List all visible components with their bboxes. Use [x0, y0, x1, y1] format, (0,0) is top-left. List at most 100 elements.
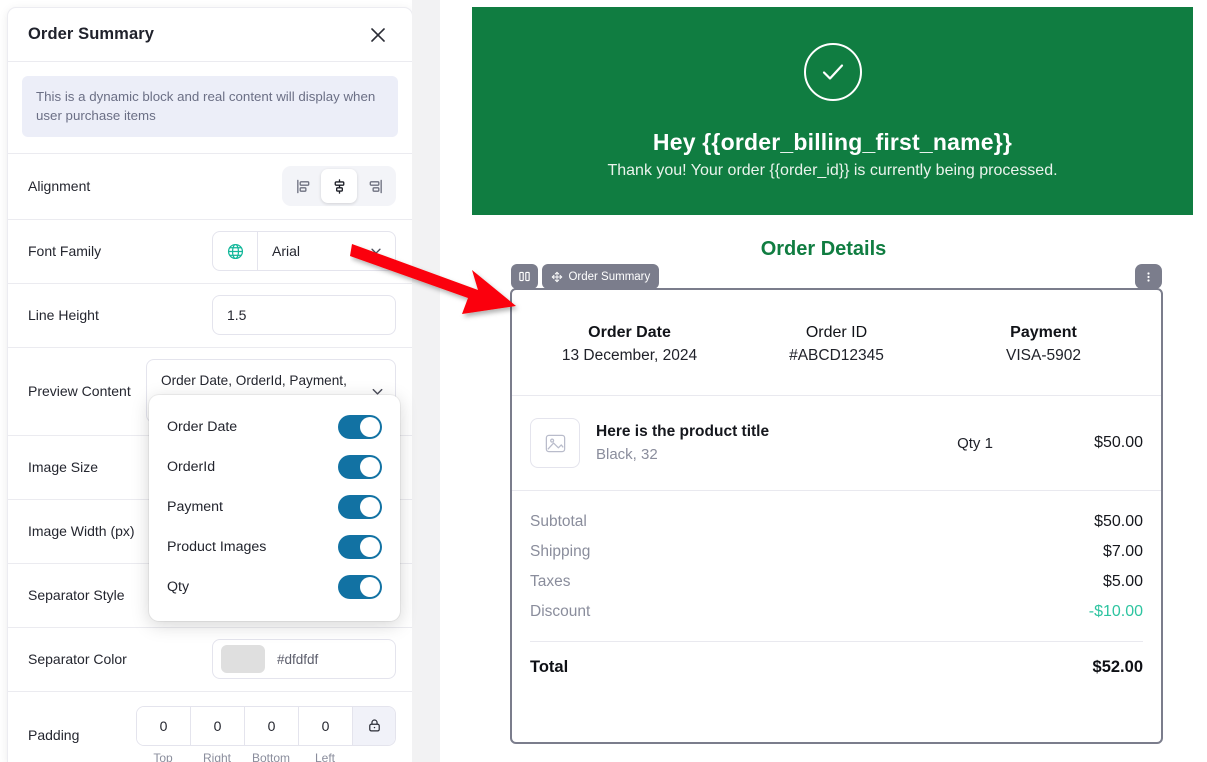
lock-icon[interactable]: [353, 706, 395, 745]
grand-total-label: Total: [530, 658, 569, 676]
order-date-label: Order Date: [588, 324, 671, 341]
totals-value: $7.00: [1102, 543, 1143, 560]
page-title: Order Summary: [28, 25, 155, 43]
line-item-info: Here is the product title Black, 32: [596, 423, 899, 463]
line-item-variant: Black, 32: [596, 446, 658, 463]
align-left-icon[interactable]: [285, 169, 321, 203]
font-family-control[interactable]: Arial: [212, 231, 396, 272]
order-id-label: Order ID: [805, 324, 868, 341]
dropdown-item-label: Qty: [167, 579, 190, 595]
padding-bottom-input[interactable]: 0: [245, 706, 299, 745]
toggle-orderid[interactable]: [338, 455, 382, 479]
image-width-label: Image Width (px): [28, 523, 135, 540]
order-id-value: #ABCD12345: [789, 347, 884, 364]
notice-text: This is a dynamic block and real content…: [22, 76, 398, 137]
separator-color-control[interactable]: #dfdfdf: [212, 639, 396, 680]
padding-label-top: Top: [153, 750, 173, 762]
dropdown-item-label: Payment: [167, 499, 223, 515]
order-summary-block[interactable]: Order Date 13 December, 2024 Order ID #A…: [510, 288, 1163, 744]
padding-top-input[interactable]: 0: [137, 706, 191, 745]
dropdown-item-label: Product Images: [167, 539, 267, 555]
toggle-product-images[interactable]: [338, 535, 382, 559]
payment-value: VISA-5902: [1006, 347, 1081, 364]
totals-row-taxes: Taxes $5.00: [530, 567, 1143, 597]
globe-icon[interactable]: [213, 232, 258, 271]
padding-right-input[interactable]: 0: [191, 706, 245, 745]
columns-icon[interactable]: [511, 264, 538, 289]
grand-total-row: Total $52.00: [512, 642, 1161, 693]
dropdown-item-orderid[interactable]: OrderId: [149, 447, 400, 487]
toggle-qty[interactable]: [338, 575, 382, 599]
chevron-down-icon[interactable]: [369, 244, 395, 258]
font-family-label: Font Family: [28, 243, 102, 260]
line-item-title: Here is the product title: [596, 423, 770, 440]
totals-label: Taxes: [530, 573, 571, 590]
grand-total-value: $52.00: [1092, 658, 1143, 676]
padding-left-input[interactable]: 0: [299, 706, 353, 745]
padding-label-bottom: Bottom: [251, 750, 290, 762]
setting-row-font-family: Font Family Arial: [8, 220, 412, 284]
order-id-column: Order ID #ABCD12345: [733, 324, 940, 365]
setting-row-line-height: Line Height 1.5: [8, 284, 412, 348]
block-name-label: Order Summary: [568, 270, 651, 283]
dropdown-item-product-images[interactable]: Product Images: [149, 527, 400, 567]
dropdown-item-order-date[interactable]: Order Date: [149, 407, 400, 447]
dropdown-item-label: OrderId: [167, 459, 216, 475]
hero-subtext: Thank you! Your order {{order_id}} is cu…: [607, 161, 1058, 179]
toggle-payment[interactable]: [338, 495, 382, 519]
line-height-input[interactable]: 1.5: [212, 295, 396, 336]
padding-label: Padding: [28, 727, 80, 744]
totals-row-discount: Discount -$10.00: [530, 597, 1143, 627]
hero-heading: Hey {{order_billing_first_name}}: [652, 128, 1013, 155]
totals-row-subtotal: Subtotal $50.00: [530, 507, 1143, 537]
setting-row-alignment: Alignment: [8, 154, 412, 220]
alignment-segmented-control: [282, 166, 396, 207]
padding-label-right: Right: [202, 750, 231, 762]
align-right-icon[interactable]: [357, 169, 393, 203]
order-date-value: 13 December, 2024: [561, 347, 698, 364]
close-icon[interactable]: [364, 21, 392, 49]
setting-row-separator-color: Separator Color #dfdfdf: [8, 628, 412, 692]
order-summary-settings-panel: Order Summary This is a dynamic block an…: [8, 8, 412, 762]
check-circle-icon: [803, 42, 862, 101]
order-hero-banner: Hey {{order_billing_first_name}} Thank y…: [472, 7, 1193, 215]
dropdown-item-payment[interactable]: Payment: [149, 487, 400, 527]
setting-row-padding: Padding 0 0 0 0 Top Right Bottom Left: [8, 692, 412, 762]
order-meta-header: Order Date 13 December, 2024 Order ID #A…: [512, 290, 1161, 396]
padding-group: 0 0 0 0 Top Right Bottom Left: [136, 705, 396, 762]
separator-style-label: Separator Style: [28, 587, 125, 604]
totals-label: Discount: [530, 603, 591, 620]
order-details-title: Order Details: [760, 238, 887, 260]
dropdown-item-qty[interactable]: Qty: [149, 567, 400, 607]
panel-header: Order Summary: [8, 8, 412, 62]
totals-value: -$10.00: [1088, 603, 1143, 620]
separator-color-label: Separator Color: [28, 651, 127, 668]
more-vertical-icon[interactable]: [1135, 264, 1162, 289]
toggle-order-date[interactable]: [338, 415, 382, 439]
totals-list: Subtotal $50.00 Shipping $7.00 Taxes $5.…: [512, 491, 1161, 642]
move-arrows-icon[interactable]: [551, 271, 563, 283]
font-family-value: Arial: [272, 243, 301, 260]
totals-label: Shipping: [530, 543, 591, 560]
totals-row-shipping: Shipping $7.00: [530, 537, 1143, 567]
dynamic-block-notice: This is a dynamic block and real content…: [8, 62, 412, 154]
image-size-label: Image Size: [28, 459, 99, 476]
padding-side-labels: Top Right Bottom Left: [136, 751, 352, 762]
totals-value: $5.00: [1102, 573, 1143, 590]
alignment-label: Alignment: [28, 178, 91, 195]
block-toolbar: Order Summary: [511, 264, 1162, 290]
preview-content-label: Preview Content: [28, 383, 131, 400]
padding-label-left: Left: [314, 750, 335, 762]
block-name-badge[interactable]: Order Summary: [542, 264, 660, 289]
align-center-icon[interactable]: [321, 169, 357, 204]
image-placeholder-icon: [530, 418, 580, 468]
payment-column: Payment VISA-5902: [940, 324, 1147, 365]
color-swatch[interactable]: [221, 645, 265, 674]
separator-color-value: #dfdfdf: [277, 651, 319, 667]
order-date-column: Order Date 13 December, 2024: [526, 324, 733, 365]
totals-value: $50.00: [1094, 513, 1143, 530]
totals-label: Subtotal: [530, 513, 587, 530]
payment-label: Payment: [1010, 324, 1077, 341]
email-preview-canvas: Hey {{order_billing_first_name}} Thank y…: [440, 0, 1207, 762]
preview-content-dropdown: Order Date OrderId Payment Product Image…: [149, 395, 400, 621]
